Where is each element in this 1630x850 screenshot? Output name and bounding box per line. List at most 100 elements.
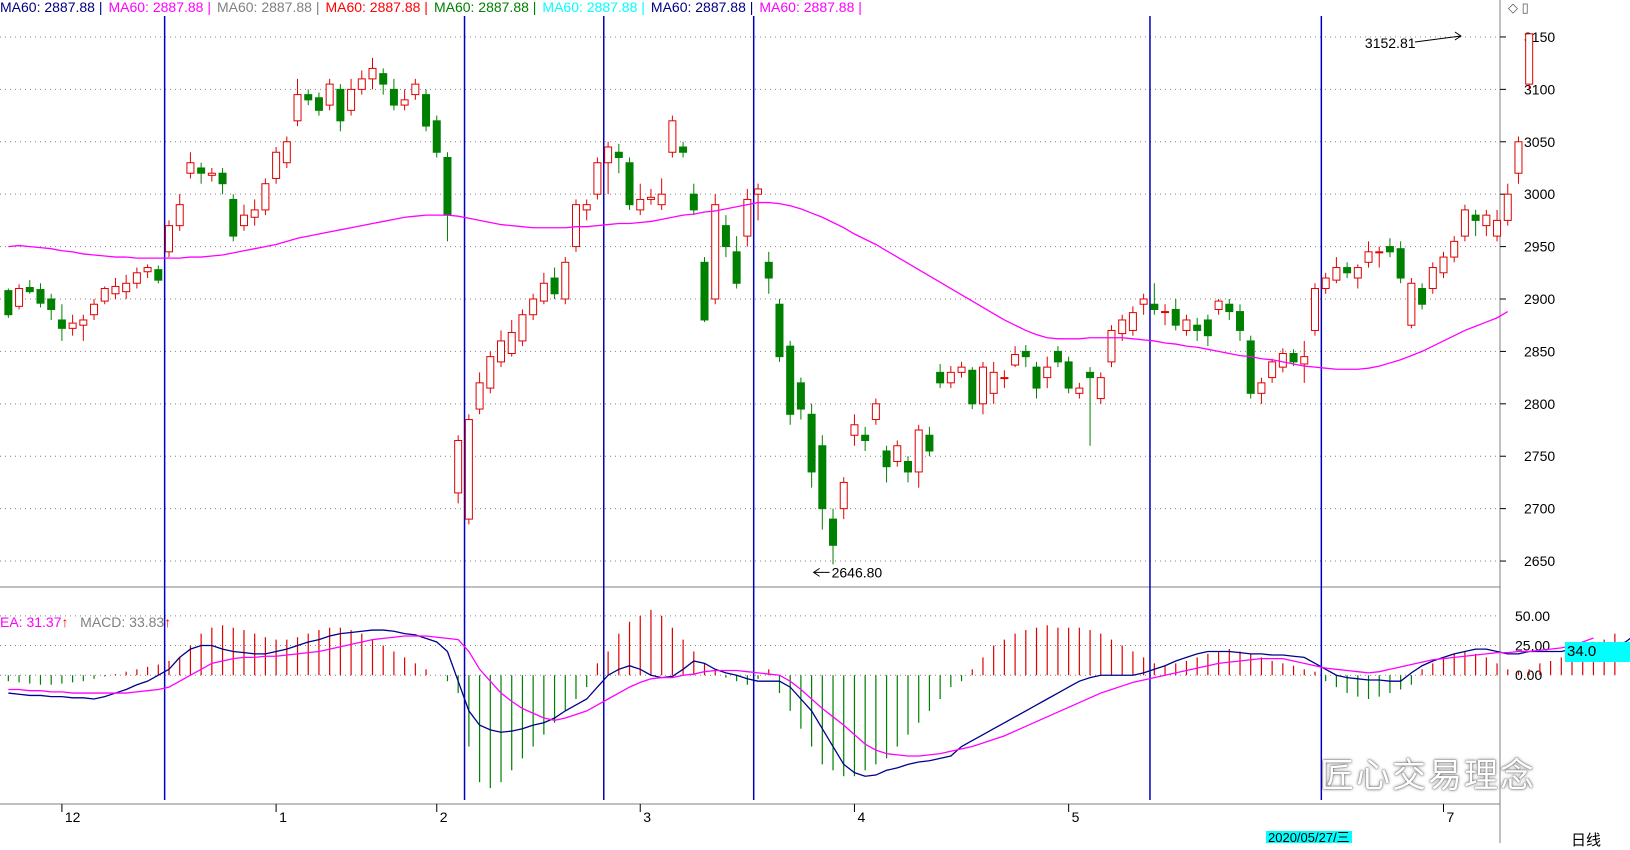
candle-body bbox=[1011, 354, 1020, 366]
month-label: 12 bbox=[65, 809, 81, 825]
candle-body bbox=[657, 193, 666, 206]
candle-body bbox=[1128, 312, 1137, 331]
month-label: 1 bbox=[279, 809, 287, 825]
candle-body bbox=[1150, 303, 1159, 310]
candle-body bbox=[1343, 267, 1352, 274]
candle-body bbox=[464, 419, 473, 520]
ma-legend-item: MA60: 2887.88 | bbox=[542, 0, 645, 15]
price-tick-label: 2850 bbox=[1524, 343, 1555, 359]
candle-body bbox=[1075, 387, 1084, 394]
candle-body bbox=[1021, 350, 1030, 358]
candle-body bbox=[25, 286, 34, 293]
candle-body bbox=[1321, 277, 1330, 290]
candle-body bbox=[818, 445, 827, 510]
candle-body bbox=[175, 204, 184, 227]
candle-body bbox=[625, 162, 634, 206]
period-label[interactable]: 日线 bbox=[1571, 829, 1601, 850]
high-annotation: 3152.81 bbox=[1365, 35, 1416, 51]
candle-body bbox=[1396, 248, 1405, 279]
ma-legend-item: MA60: 2887.88 | bbox=[759, 0, 862, 15]
candle-body bbox=[79, 319, 88, 326]
candle-body bbox=[936, 371, 945, 384]
candle-body bbox=[1257, 382, 1266, 394]
restore-icon[interactable]: ▯ bbox=[1522, 0, 1529, 15]
month-label: 3 bbox=[643, 809, 651, 825]
macd-up-arrow-icon: ↑ bbox=[164, 614, 172, 630]
candle-body bbox=[764, 261, 773, 279]
candle-body bbox=[357, 78, 366, 90]
candle-body bbox=[1086, 371, 1095, 379]
month-label: 2 bbox=[440, 809, 448, 825]
candle-body bbox=[261, 183, 270, 211]
candle-body bbox=[1439, 256, 1448, 274]
candle-body bbox=[443, 157, 452, 216]
diamond-icon[interactable]: ◇ bbox=[1508, 0, 1518, 15]
low-annotation: 2646.80 bbox=[832, 564, 883, 580]
candle-body bbox=[411, 83, 420, 96]
ma-legend-item: MA60: 2887.88 | bbox=[108, 0, 211, 15]
macd-legend: EA: 31.37↑ MACD: 33.83↑ bbox=[0, 614, 171, 630]
candle-body bbox=[207, 172, 216, 176]
candle-body bbox=[604, 146, 613, 164]
cursor-date-badge: 2020/05/27/三 bbox=[1266, 831, 1352, 843]
candle-body bbox=[1171, 308, 1180, 326]
candle-body bbox=[1300, 356, 1309, 365]
candle-body bbox=[314, 97, 323, 111]
candle-body bbox=[1236, 311, 1245, 331]
ma-legend-item: MA60: 2887.88 | bbox=[433, 0, 537, 15]
watermark-text: 匠心交易理念 bbox=[1320, 756, 1536, 796]
price-tick-label: 3050 bbox=[1524, 134, 1555, 150]
ma-legend-item: MA60: 2887.88 | bbox=[650, 0, 754, 15]
candle-body bbox=[239, 214, 248, 227]
price-tick-label: 2750 bbox=[1524, 448, 1555, 464]
candle-body bbox=[1278, 353, 1287, 368]
candle-body bbox=[1096, 377, 1105, 400]
candle-body bbox=[475, 382, 484, 410]
chart-canvas: 2650270027502800285029002950300030503100… bbox=[0, 0, 1630, 843]
candle-body bbox=[90, 303, 99, 316]
candle-body bbox=[861, 434, 870, 441]
candle-body bbox=[807, 413, 816, 473]
candle-body bbox=[57, 319, 66, 329]
candle-body bbox=[497, 340, 506, 363]
candle-body bbox=[561, 261, 570, 300]
candle-body bbox=[1428, 267, 1437, 290]
candle-body bbox=[700, 261, 709, 321]
candle-body bbox=[871, 403, 880, 421]
price-tick-label: 2650 bbox=[1524, 553, 1555, 569]
candle-body bbox=[957, 366, 966, 373]
candle-body bbox=[1482, 214, 1491, 227]
candle-body bbox=[1375, 251, 1384, 254]
candle-body bbox=[1385, 246, 1394, 253]
candle-body bbox=[250, 209, 259, 218]
panel-controls[interactable]: ◇ ▯ bbox=[1508, 0, 1529, 16]
candle-body bbox=[1407, 282, 1416, 326]
candle-body bbox=[165, 225, 174, 253]
price-tick-label: 2900 bbox=[1524, 291, 1555, 307]
candle-body bbox=[47, 298, 56, 310]
candle-body bbox=[432, 120, 441, 153]
candle-body bbox=[914, 429, 923, 473]
dea-label: EA: 31.37 bbox=[0, 614, 62, 630]
candle-body bbox=[989, 371, 998, 394]
ma-legend: MA60: 2887.88 | MA60: 2887.88 | MA60: 2887… bbox=[0, 0, 868, 14]
candle-body bbox=[903, 460, 912, 473]
candle-body bbox=[529, 298, 538, 316]
candle-body bbox=[218, 172, 227, 185]
stock-chart[interactable]: 2650 2700 2750 2800 2850 2900 2950 3000 3050 3100… bbox=[0, 0, 1630, 843]
candle-body bbox=[571, 204, 580, 248]
candle-body bbox=[593, 162, 602, 195]
candle-body bbox=[1161, 311, 1170, 314]
candle-body bbox=[507, 332, 516, 355]
candle-body bbox=[347, 88, 356, 111]
candle-body bbox=[15, 288, 24, 307]
candle-body bbox=[154, 269, 163, 281]
candle-body bbox=[668, 120, 677, 153]
candle-body bbox=[1203, 319, 1212, 337]
candle-body bbox=[1032, 366, 1041, 389]
candle-body bbox=[968, 369, 977, 405]
candle-body bbox=[946, 371, 955, 384]
candle-body bbox=[293, 94, 302, 122]
wechat-logo-icon bbox=[1263, 755, 1308, 789]
candle-body bbox=[304, 94, 313, 101]
